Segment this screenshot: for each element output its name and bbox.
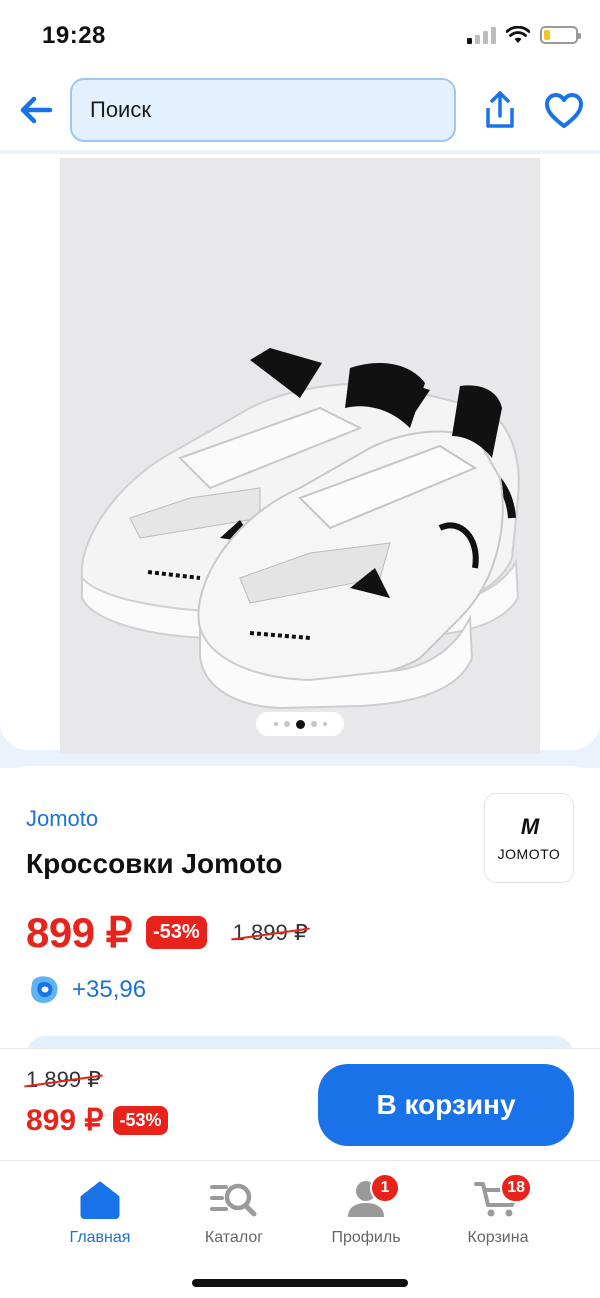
brand-logo-mark: M [520,814,539,839]
gallery-pagination[interactable] [256,712,344,736]
brand-logo-text: JOMOTO [497,846,561,862]
tab-cart[interactable]: 18 Корзина [438,1173,558,1257]
discount-badge: -53% [145,916,207,949]
bonus-coin-icon [31,976,58,1003]
pagination-dot[interactable] [322,722,327,726]
buy-bar: 1 899 ₽ 899 ₽ -53% В корзину [0,1048,600,1160]
pagination-dot[interactable] [283,721,290,727]
bottom-tab-bar: Главная Каталог 1 Профиль 18 Корзина [0,1160,600,1298]
product-gallery[interactable] [0,150,600,756]
status-bar: 19:28 [0,0,600,72]
back-arrow-icon[interactable] [16,90,56,130]
price-row: 899 ₽ -53% 1 899 ₽ [26,908,308,957]
buy-price-row: 899 ₽ -53% [26,1103,168,1138]
search-placeholder: Поиск [90,97,151,122]
status-icons [467,26,581,44]
tab-catalog[interactable]: Каталог [174,1177,294,1257]
cart-badge: 18 [500,1173,532,1203]
old-price: 1 899 ₽ [232,919,308,945]
profile-badge: 1 [370,1173,400,1203]
current-price: 899 ₽ [26,909,132,956]
tab-cart-label: Корзина [467,1229,529,1246]
brand-link[interactable]: Jomoto [26,806,98,832]
home-indicator [192,1279,408,1287]
tab-profile[interactable]: 1 Профиль [306,1173,426,1257]
tab-home[interactable]: Главная [40,1177,160,1257]
home-icon [80,1181,120,1219]
sneakers-image [80,348,520,710]
tab-profile-label: Профиль [331,1229,401,1246]
product-title: Кроссовки Jomoto [26,848,283,879]
buy-current-price: 899 ₽ [26,1104,104,1137]
bonus-row[interactable]: +35,96 [26,972,146,1008]
catalog-search-icon [210,1183,257,1217]
status-time: 19:28 [42,22,106,49]
tab-home-label: Главная [69,1229,131,1246]
tab-catalog-label: Каталог [204,1229,264,1246]
share-icon[interactable] [482,90,518,130]
pagination-dot[interactable] [310,721,317,727]
battery-icon [540,26,581,44]
product-info: Jomoto Кроссовки Jomoto M JOMOTO 899 ₽ -… [0,766,600,1076]
wifi-icon [506,26,530,43]
search-input[interactable]: Поиск [70,78,456,142]
product-photo[interactable] [60,158,540,756]
bonus-value: +35,96 [72,976,147,1003]
brand-logo[interactable]: M JOMOTO [484,793,574,883]
buy-old-price: 1 899 ₽ [26,1067,102,1092]
add-to-cart-button[interactable]: В корзину [318,1064,574,1146]
cellular-signal-icon [467,26,496,44]
buy-discount-badge: -53% [113,1106,168,1135]
pagination-dot-active[interactable] [295,719,305,729]
top-nav: Поиск [0,72,600,150]
favorite-heart-icon[interactable] [544,92,584,130]
pagination-dot[interactable] [273,722,278,726]
